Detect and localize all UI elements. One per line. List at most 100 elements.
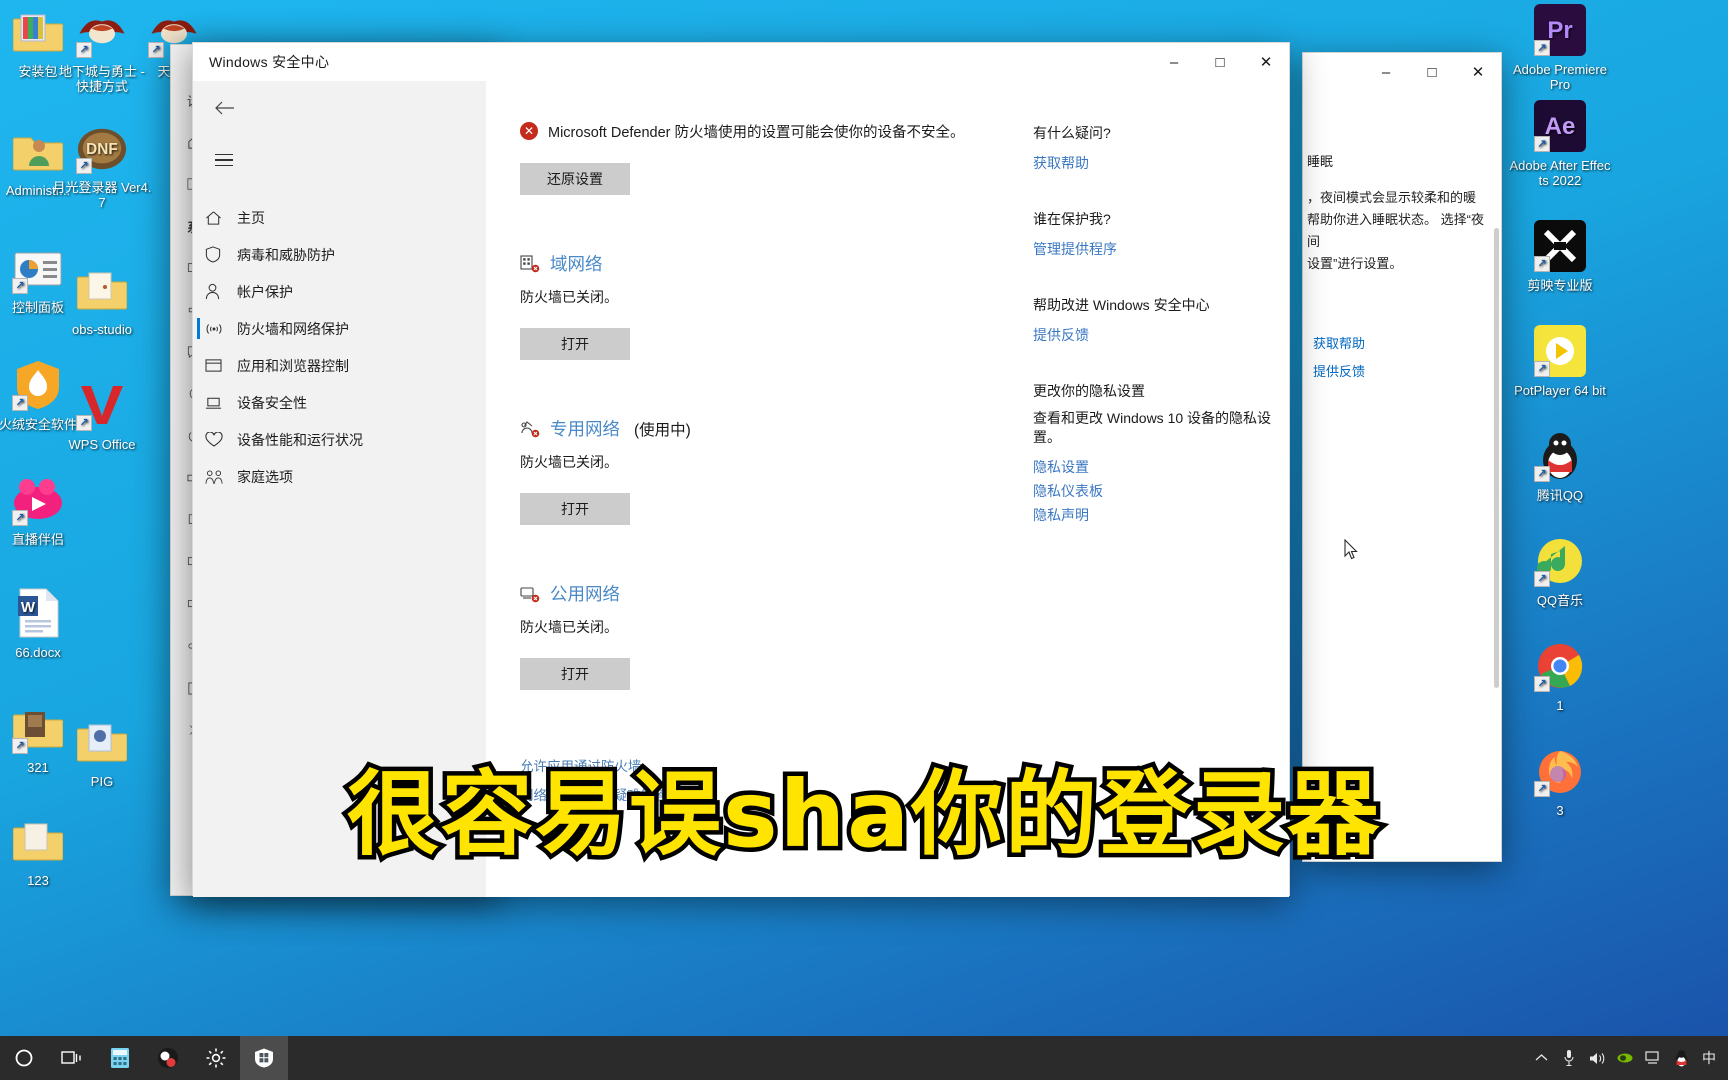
network-icon[interactable] [1640, 1036, 1666, 1080]
desktop-icon-wps-office[interactable]: ↗ WPS Office [50, 379, 154, 452]
shield-icon [205, 245, 237, 265]
jianying-icon: ↗ [1534, 220, 1586, 272]
sidebar-item-app-browser-control[interactable]: 应用和浏览器控制 [193, 347, 486, 384]
privacy-dashboard-link[interactable]: 隐私仪表板 [1033, 479, 1286, 503]
maximize-button[interactable]: □ [1409, 53, 1455, 91]
volume-icon[interactable] [1584, 1036, 1610, 1080]
sidebar-item-device-performance-health[interactable]: 设备性能和运行状况 [193, 421, 486, 458]
system-tray: 中 [1528, 1036, 1728, 1080]
family-icon [205, 467, 237, 487]
private-network-section: 专用网络 (使用中) 防火墙已关闭。 打开 [520, 416, 1006, 525]
shortcut-arrow-icon: ↗ [1534, 676, 1550, 692]
privacy-settings-link[interactable]: 隐私设置 [1033, 455, 1286, 479]
desktop-column-2: ↗ 地下城与勇士 - 快捷方式 DNF ↗ 月光登录器 Ver4.7 obs-s… [50, 6, 154, 803]
dnf-launcher-icon: DNF ↗ [76, 122, 128, 174]
windows-security-icon[interactable] [240, 1036, 288, 1080]
night-light-links: 获取帮助 提供反馈 [1303, 330, 1501, 386]
show-hidden-icons-chevron[interactable] [1528, 1036, 1554, 1080]
get-help-link[interactable]: 获取帮助 [1313, 330, 1501, 358]
minimize-button[interactable]: – [1363, 53, 1409, 91]
aside-heading: 更改你的隐私设置 [1033, 383, 1145, 399]
desktop-icon-qq-music[interactable]: ↗ QQ音乐 [1508, 535, 1612, 608]
desktop-icon-label: 月光登录器 Ver4.7 [52, 180, 152, 210]
aside-heading: 帮助改进 Windows 安全中心 [1033, 297, 1210, 313]
security-nav-list: 主页 病毒和威胁防护 帐户保护 防火墙和网络保护 应用和浏览器控制 设备安全性 … [193, 199, 486, 495]
task-view-icon[interactable] [48, 1036, 96, 1080]
private-network-active-tag: (使用中) [634, 421, 691, 439]
wifi-icon [205, 319, 237, 339]
desktop-icon-label: PotPlayer 64 bit [1514, 383, 1606, 398]
microphone-icon[interactable] [1556, 1036, 1582, 1080]
sidebar-item-home[interactable]: 主页 [193, 199, 486, 236]
desktop-screen: 安装包 Administr... ↗ 控制面板 ↗ 火绒安全软件 ↗ 直播伴侣 … [0, 0, 1728, 1080]
desktop-icon-after-effects[interactable]: Ae ↗ Adobe After Effects 2022 [1508, 100, 1612, 188]
settings-gear-icon[interactable] [192, 1036, 240, 1080]
privacy-statement-link[interactable]: 隐私声明 [1033, 503, 1286, 527]
give-feedback-link[interactable]: 提供反馈 [1313, 358, 1501, 386]
night-light-line-3: 设置”进行设置。 [1307, 256, 1403, 271]
obs-studio-icon[interactable] [144, 1036, 192, 1080]
night-light-window-controls: – □ ✕ [1363, 53, 1501, 91]
maximize-button[interactable]: □ [1197, 43, 1243, 81]
svg-text:DNF: DNF [86, 141, 118, 158]
shortcut-arrow-icon: ↗ [148, 42, 164, 58]
sidebar-item-account-protection[interactable]: 帐户保护 [193, 273, 486, 310]
public-network-title[interactable]: 公用网络 [550, 581, 620, 606]
nvidia-icon[interactable] [1612, 1036, 1638, 1080]
calculator-icon[interactable] [96, 1036, 144, 1080]
aside-have-a-question: 有什么疑问? 获取帮助 [1033, 123, 1286, 175]
desktop-icon-obs-studio[interactable]: obs-studio [50, 264, 154, 337]
firewall-alert-text: Microsoft Defender 防火墙使用的设置可能会使你的设备不安全。 [548, 125, 965, 141]
desktop-icon-label: 腾讯QQ [1536, 488, 1584, 503]
error-circle-icon: ✕ [520, 122, 538, 140]
manage-providers-link[interactable]: 管理提供程序 [1033, 237, 1286, 261]
desktop-icon-label: Adobe After Effects 2022 [1509, 158, 1611, 188]
public-network-turn-on-button[interactable]: 打开 [520, 658, 630, 690]
sidebar-item-family-options[interactable]: 家庭选项 [193, 458, 486, 495]
minimize-button[interactable]: – [1151, 43, 1197, 81]
premiere-pro-icon: Pr ↗ [1534, 4, 1586, 56]
hamburger-menu-icon[interactable] [201, 139, 247, 181]
sidebar-item-device-security[interactable]: 设备安全性 [193, 384, 486, 421]
desktop-icon-potplayer[interactable]: ↗ PotPlayer 64 bit [1508, 325, 1612, 398]
close-button[interactable]: ✕ [1455, 53, 1501, 91]
restore-settings-button[interactable]: 还原设置 [520, 163, 630, 195]
get-help-link[interactable]: 获取帮助 [1033, 151, 1286, 175]
desktop-icon-label: QQ音乐 [1536, 593, 1584, 608]
private-network-turn-on-button[interactable]: 打开 [520, 493, 630, 525]
after-effects-icon: Ae ↗ [1534, 100, 1586, 152]
mouse-cursor [1344, 538, 1358, 561]
desktop-icon-label: obs-studio [72, 322, 132, 337]
folder-icon [76, 264, 128, 316]
qq-tray-icon[interactable] [1668, 1036, 1694, 1080]
shortcut-arrow-icon: ↗ [1534, 40, 1550, 56]
domain-network-turn-on-button[interactable]: 打开 [520, 328, 630, 360]
cortana-search-icon[interactable] [0, 1036, 48, 1080]
desktop-icon-label: 123 [27, 873, 49, 888]
desktop-column-right: Pr ↗ Adobe Premiere Pro Ae ↗ Adobe After… [1508, 4, 1612, 832]
shortcut-arrow-icon: ↗ [76, 158, 92, 174]
public-network-icon [520, 585, 540, 603]
night-light-window[interactable]: – □ ✕ 睡眠 ，夜间模式会显示较柔和的暖 帮助你进入睡眠状态。 选择“夜间 … [1302, 52, 1502, 862]
sidebar-item-virus-threat-protection[interactable]: 病毒和威胁防护 [193, 236, 486, 273]
desktop-icon-tencent-qq[interactable]: ↗ 腾讯QQ [1508, 430, 1612, 503]
domain-network-title[interactable]: 域网络 [550, 251, 603, 276]
desktop-icon-premiere-pro[interactable]: Pr ↗ Adobe Premiere Pro [1508, 4, 1612, 92]
potplayer-icon: ↗ [1534, 325, 1586, 377]
ime-indicator[interactable]: 中 [1696, 1036, 1722, 1080]
desktop-icon-jianying[interactable]: ↗ 剪映专业版 [1508, 220, 1612, 293]
sidebar-item-label: 家庭选项 [237, 468, 293, 485]
desktop-icon-chrome[interactable]: ↗ 1 [1508, 640, 1612, 713]
back-arrow-icon[interactable] [201, 87, 247, 129]
give-feedback-link[interactable]: 提供反馈 [1033, 323, 1286, 347]
domain-network-icon [520, 254, 540, 273]
desktop-icon-moonlight-launcher[interactable]: DNF ↗ 月光登录器 Ver4.7 [50, 122, 154, 210]
sidebar-item-firewall-network-protection[interactable]: 防火墙和网络保护 [193, 310, 486, 347]
scrollbar-thumb[interactable] [1494, 228, 1499, 688]
domain-network-status: 防火墙已关闭。 [520, 289, 618, 305]
night-light-line-2: 帮助你进入睡眠状态。 选择“夜间 [1307, 212, 1484, 249]
close-button[interactable]: ✕ [1243, 43, 1289, 81]
shortcut-arrow-icon: ↗ [1534, 256, 1550, 272]
heart-icon [205, 430, 237, 450]
private-network-title[interactable]: 专用网络 [550, 416, 620, 441]
